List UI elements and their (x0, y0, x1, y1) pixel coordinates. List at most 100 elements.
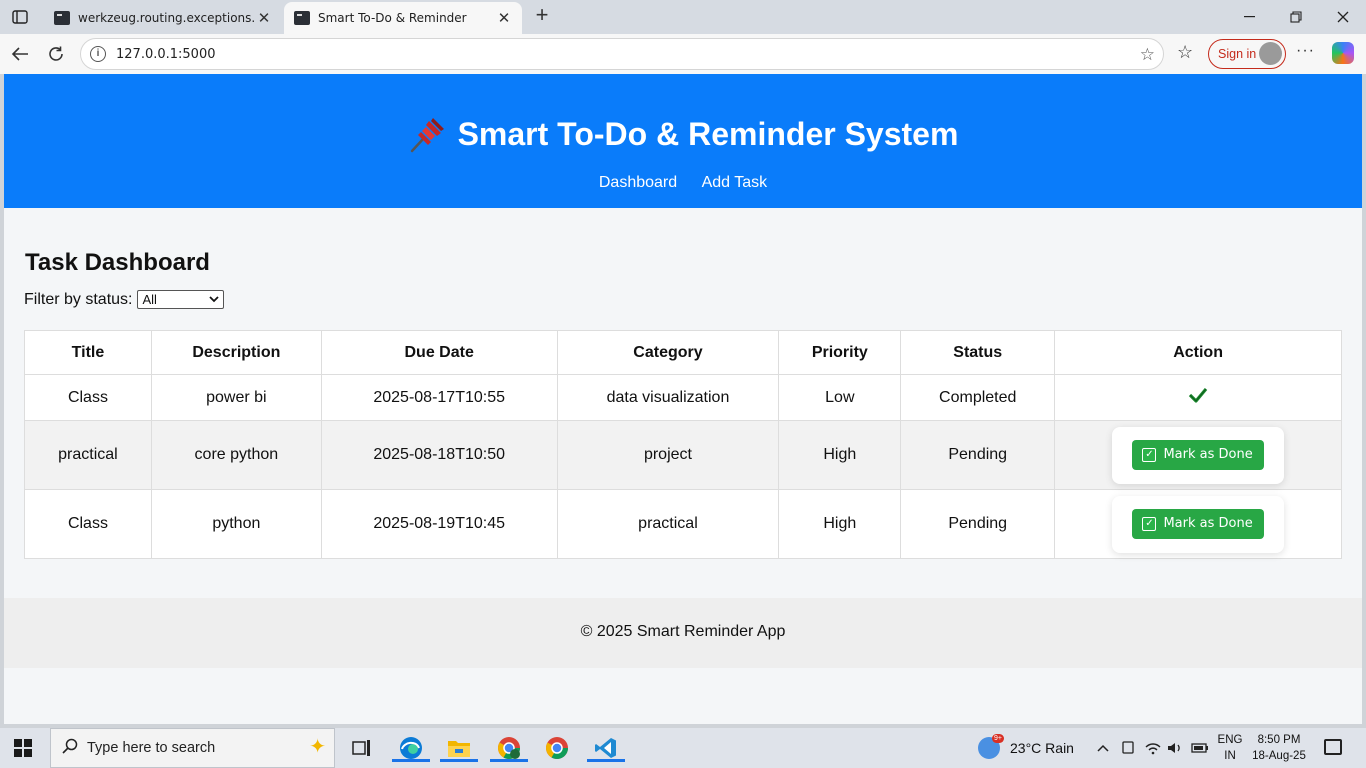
table-row: Class python 2025-08-19T10:45 practical … (24, 489, 1342, 559)
windows-start-icon[interactable] (14, 739, 32, 757)
cell-due-date: 2025-08-19T10:45 (320, 489, 558, 559)
app-title: Smart To-Do & Reminder System (457, 115, 959, 152)
active-app-indicator (587, 759, 625, 762)
meet-now-icon[interactable] (1121, 728, 1135, 768)
nav-dashboard-link[interactable]: Dashboard (599, 174, 677, 191)
weather-widget[interactable]: 9+ 23°C Rain (978, 728, 1074, 768)
wifi-icon[interactable] (1145, 728, 1161, 768)
tab-actions-icon[interactable] (8, 6, 32, 28)
back-arrow-icon[interactable] (8, 42, 32, 66)
table-row: Class power bi 2025-08-17T10:55 data vis… (24, 374, 1342, 421)
more-options-icon[interactable]: ··· (1296, 42, 1315, 60)
copilot-icon[interactable] (1332, 42, 1354, 64)
close-icon[interactable]: ✕ (256, 9, 272, 27)
mark-as-done-button[interactable]: ✓ Mark as Done (1132, 439, 1264, 470)
active-app-indicator (440, 759, 478, 762)
cell-title: Class (24, 374, 152, 421)
favorites-icon[interactable]: ☆ (1177, 42, 1193, 63)
sign-in-button[interactable]: Sign in (1208, 39, 1286, 69)
new-tab-button[interactable]: + (530, 3, 554, 29)
favorite-star-icon[interactable]: ☆ (1140, 45, 1155, 65)
address-bar[interactable]: i 127.0.0.1:5000 ☆ (80, 38, 1164, 70)
active-app-indicator (392, 759, 430, 762)
app-header: Smart To-Do & Reminder System Dashboard … (4, 74, 1362, 208)
minimize-icon[interactable] (1227, 0, 1273, 34)
check-icon (1188, 387, 1208, 403)
cell-action: ✓ Mark as Done (1054, 489, 1342, 559)
edge-browser-icon[interactable] (392, 734, 430, 762)
weather-rain-icon: 9+ (978, 734, 1004, 759)
checkbox-check-icon: ✓ (1142, 447, 1157, 462)
page-footer: © 2025 Smart Reminder App (4, 598, 1362, 668)
mark-as-done-button[interactable]: ✓ Mark as Done (1132, 508, 1264, 539)
sign-in-label: Sign in (1218, 47, 1257, 61)
language-code: ENG (1217, 734, 1243, 746)
browser-tab-builderror[interactable]: werkzeug.routing.exceptions.BuildError ✕ (44, 2, 282, 34)
main-nav: Dashboard Add Task (4, 174, 1362, 192)
status-filter-select[interactable]: All (137, 290, 225, 309)
chevron-down-icon (209, 296, 220, 303)
file-explorer-icon[interactable] (440, 734, 478, 762)
close-icon[interactable]: ✕ (496, 9, 512, 27)
task-table: Title Description Due Date Category Prio… (24, 330, 1342, 559)
mark-as-done-label: Mark as Done (1163, 447, 1253, 462)
nav-add-task-link[interactable]: Add Task (702, 174, 768, 191)
page-title: Task Dashboard (25, 249, 210, 276)
input-language[interactable]: ENG IN (1217, 732, 1243, 764)
action-card: ✓ Mark as Done (1112, 495, 1284, 553)
table-header-row: Title Description Due Date Category Prio… (24, 330, 1342, 375)
cell-status: Completed (900, 374, 1056, 421)
terminal-icon (54, 11, 70, 25)
footer-text: © 2025 Smart Reminder App (580, 623, 786, 640)
cell-status: Pending (900, 489, 1056, 559)
column-header-due-date: Due Date (320, 330, 558, 375)
active-app-indicator (490, 759, 528, 762)
pushpin-icon (410, 118, 444, 153)
chevron-up-icon[interactable] (1097, 728, 1109, 768)
cell-title: practical (24, 420, 152, 490)
filter-label: Filter by status: (24, 290, 133, 308)
close-window-icon[interactable] (1320, 0, 1366, 34)
weather-badge: 9+ (992, 734, 1004, 743)
column-header-title: Title (24, 330, 152, 375)
browser-tab-bar: werkzeug.routing.exceptions.BuildError ✕… (0, 0, 1366, 34)
browser-toolbar: i 127.0.0.1:5000 ☆ ☆ Sign in ··· (0, 34, 1366, 74)
cell-priority: High (778, 489, 902, 559)
cell-due-date: 2025-08-17T10:55 (320, 374, 558, 421)
checkbox-check-icon: ✓ (1142, 516, 1157, 531)
restore-icon[interactable] (1273, 0, 1319, 34)
notification-icon[interactable] (1324, 739, 1342, 755)
info-icon[interactable]: i (90, 46, 106, 62)
filter-selected-value: All (142, 292, 157, 307)
web-page: Smart To-Do & Reminder System Dashboard … (4, 74, 1362, 724)
browser-tab-smart-todo[interactable]: Smart To-Do & Reminder ✕ (284, 2, 522, 34)
vscode-icon[interactable] (587, 734, 625, 762)
column-header-priority: Priority (778, 330, 902, 375)
system-clock[interactable]: 8:50 PM 18-Aug-25 (1250, 732, 1308, 764)
volume-icon[interactable] (1167, 728, 1183, 768)
cell-category: data visualization (556, 374, 780, 421)
cell-description: core python (150, 420, 322, 490)
tab-title: Smart To-Do & Reminder (318, 11, 467, 25)
cell-action (1054, 374, 1342, 421)
cell-priority: Low (778, 374, 902, 421)
column-header-status: Status (900, 330, 1056, 375)
chrome-icon[interactable] (543, 734, 571, 762)
cell-due-date: 2025-08-18T10:50 (320, 420, 558, 490)
terminal-icon (294, 11, 310, 25)
app-title-heading: Smart To-Do & Reminder System (4, 114, 1362, 154)
tab-title: werkzeug.routing.exceptions.BuildError (78, 11, 256, 25)
task-view-icon[interactable] (348, 734, 376, 762)
clock-time: 8:50 PM (1257, 734, 1301, 746)
battery-icon[interactable] (1191, 728, 1209, 768)
cell-category: practical (556, 489, 780, 559)
taskbar-search[interactable]: Type here to search ✦ (50, 728, 335, 768)
weather-text: 23°C Rain (1010, 740, 1074, 756)
chrome-profile-icon[interactable] (490, 734, 528, 762)
cell-status: Pending (900, 420, 1056, 490)
url-text[interactable]: 127.0.0.1:5000 (116, 47, 216, 62)
column-header-action: Action (1054, 330, 1342, 375)
refresh-icon[interactable] (44, 42, 68, 66)
windows-taskbar: Type here to search ✦ 9+ 23°C Rain ENG I… (0, 728, 1366, 768)
cell-description: power bi (150, 374, 322, 421)
